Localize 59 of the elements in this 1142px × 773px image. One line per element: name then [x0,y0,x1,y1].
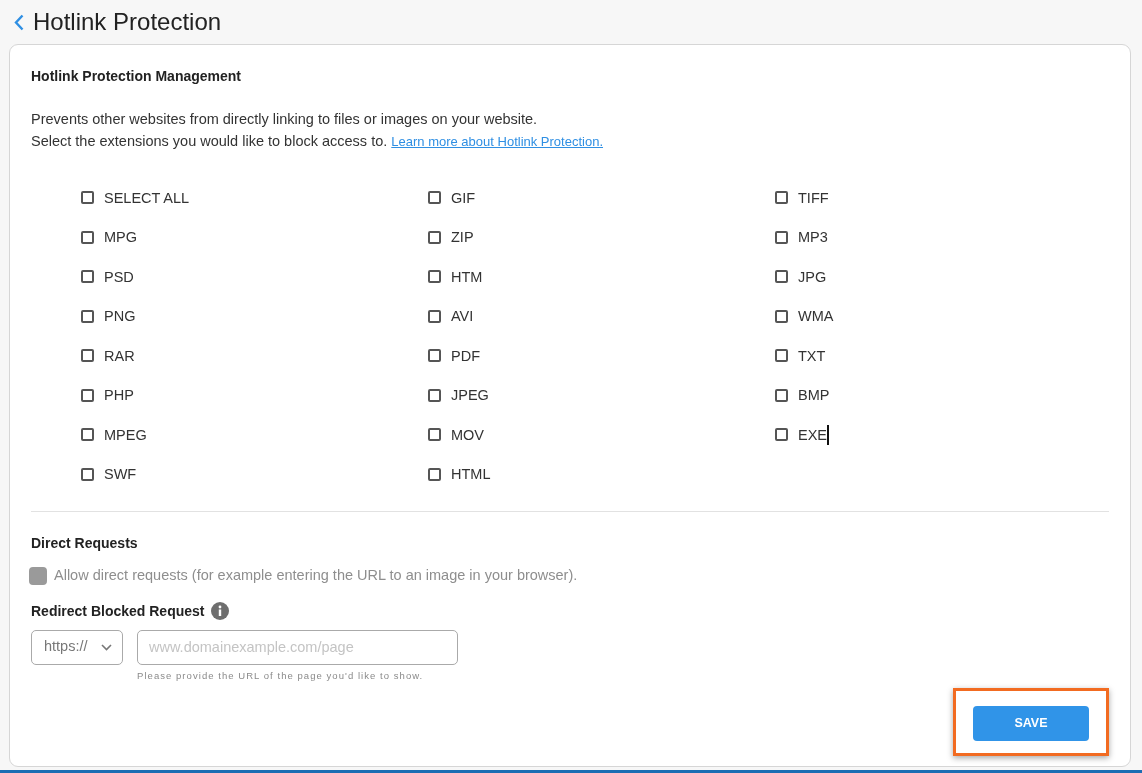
section-heading: Redirect Blocked Request [31,601,205,621]
checkbox[interactable] [428,191,441,205]
checkbox[interactable] [775,388,788,402]
checkbox-label[interactable]: PSD [104,267,134,286]
checkbox[interactable] [775,349,788,363]
checkbox-label[interactable]: JPG [798,267,827,286]
checkbox-label[interactable]: EXE [798,425,827,444]
checkbox-label[interactable]: MOV [451,425,485,444]
learn-more-link[interactable]: Learn more about Hotlink Protection. [391,134,603,149]
checkbox[interactable] [428,467,441,481]
checkbox-label[interactable]: RAR [104,346,135,365]
help-text: Please provide the URL of the page you'd like to show. [137,668,425,683]
checkbox[interactable] [81,467,94,481]
checkbox[interactable] [428,428,441,442]
checkbox[interactable] [81,230,94,244]
checkbox[interactable] [81,349,94,363]
back-chevron-icon[interactable] [14,13,24,31]
url-input[interactable]: www.domainexample.com/page [137,629,458,665]
checkbox-label[interactable]: WMA [798,307,834,326]
checkbox-label[interactable]: ZIP [451,228,474,247]
checkbox-label[interactable]: MPG [104,228,138,247]
checkbox-label[interactable]: AVI [451,307,474,326]
checkbox[interactable] [428,230,441,244]
checkbox-label[interactable]: BMP [798,386,830,405]
description-text: Prevents other websites from directly linking to files or images on your website. [31,110,539,129]
checkbox[interactable] [428,309,441,323]
section-heading: Direct Requests [31,534,139,553]
checkbox[interactable] [775,428,788,442]
checkbox-label[interactable]: MPEG [104,425,147,444]
checkbox-label[interactable]: SELECT ALL [104,188,190,207]
protocol-select[interactable]: https:// [31,629,123,665]
checkbox-label[interactable]: MP3 [798,228,828,247]
section-heading: Hotlink Protection Management [31,67,243,86]
checkbox-label[interactable]: PDF [451,346,480,365]
checkbox[interactable] [81,428,94,442]
chevron-down-icon [101,643,112,651]
checkbox[interactable] [428,270,441,284]
checkbox[interactable] [775,309,788,323]
info-icon[interactable] [210,601,229,620]
checkbox[interactable] [775,191,788,205]
checkbox-label[interactable]: TXT [798,346,826,365]
checkbox-label[interactable]: SWF [104,465,137,484]
checkbox[interactable] [81,191,94,205]
checkbox-label[interactable]: HTM [451,267,483,286]
checkbox-label[interactable]: GIF [451,188,476,207]
checkbox-label[interactable]: HTML [451,465,491,484]
checkbox-label[interactable]: TIFF [798,188,829,207]
page-title: Hotlink Protection [33,7,222,37]
checkbox-label[interactable]: JPEG [451,386,489,405]
checkbox[interactable] [81,309,94,323]
checkbox[interactable] [775,270,788,284]
checkbox-label[interactable]: PNG [104,307,136,326]
checkbox[interactable] [81,388,94,402]
checkbox[interactable] [81,270,94,284]
checkbox[interactable] [775,230,788,244]
checkbox-label[interactable]: PHP [104,386,134,405]
checkbox[interactable] [428,349,441,363]
checkbox[interactable] [428,388,441,402]
instruction-text: Select the extensions you would like to block access to. Learn more about Hotlink Protection. [31,132,604,151]
